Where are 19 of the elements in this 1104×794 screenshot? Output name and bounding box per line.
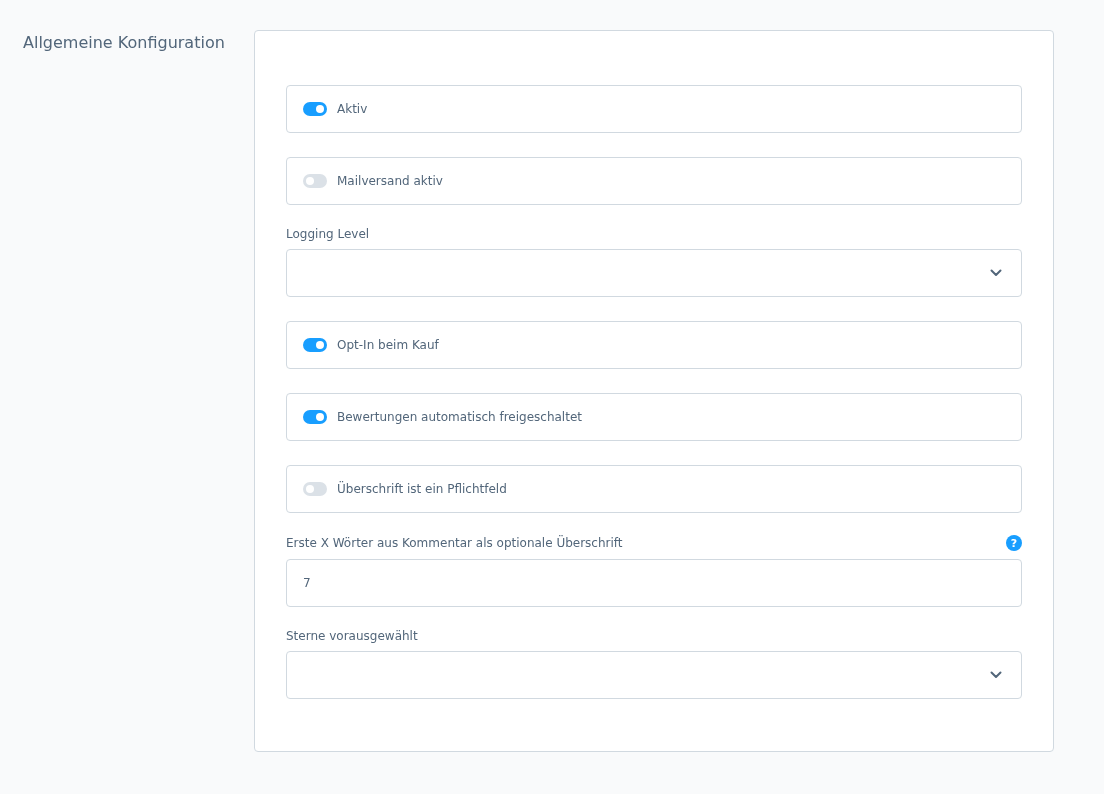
field-label: Logging Level [286,227,371,241]
chevron-down-icon [990,269,1002,277]
select-field[interactable] [286,249,1022,297]
toggle-switch[interactable] [303,102,327,116]
field-label: Sterne vorausgewählt [286,629,419,643]
toggle-label: Mailversand aktiv [337,174,443,188]
section-title: Allgemeine Konfiguration [23,33,226,52]
select-field[interactable] [286,651,1022,699]
toggle-label: Aktiv [337,102,368,116]
toggle-label: Opt-In beim Kauf [337,338,439,352]
toggle-switch[interactable] [303,338,327,352]
toggle-label: Überschrift ist ein Pflichtfeld [337,482,507,496]
chevron-down-icon [990,671,1002,679]
toggle-switch[interactable] [303,482,327,496]
toggle-switch[interactable] [303,174,327,188]
field-label: Erste X Wörter aus Kommentar als optionale Überschrift [286,536,623,550]
toggle-switch[interactable] [303,410,327,424]
number-field[interactable]: 7 [286,559,1022,607]
toggle-label: Bewertungen automatisch freigeschaltet [337,410,582,424]
